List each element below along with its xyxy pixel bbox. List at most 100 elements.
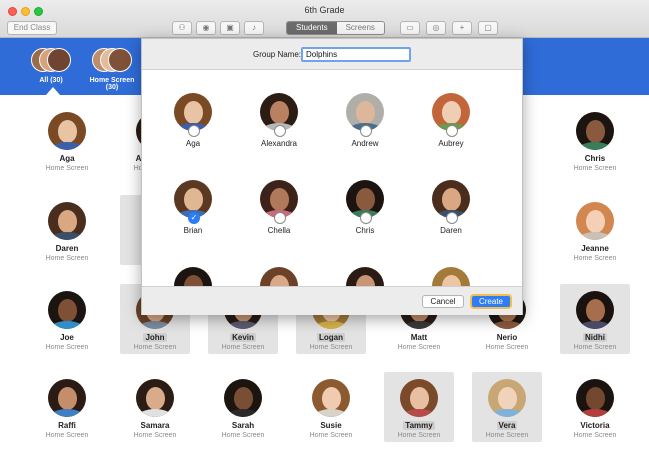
- lock-button[interactable]: ▣: [220, 21, 240, 35]
- screen-share-button[interactable]: ◎: [426, 21, 446, 35]
- avatar-face: [585, 387, 605, 411]
- group-name-label: Group Name:: [253, 50, 302, 59]
- avatar: [432, 267, 470, 286]
- avatar-face: [441, 275, 461, 286]
- student-status: Home Screen: [133, 432, 177, 439]
- picker-student[interactable]: Aga: [158, 87, 228, 157]
- student-tile[interactable]: Daren Home Screen: [32, 195, 102, 265]
- hide-button[interactable]: ▢: [478, 21, 498, 35]
- student-name-text: Daren: [55, 244, 79, 253]
- student-name: Logan: [296, 333, 366, 343]
- student-name: Samara: [120, 421, 190, 431]
- picker-student[interactable]: Chris: [330, 174, 400, 244]
- avatar: [488, 379, 526, 417]
- checkbox[interactable]: [360, 125, 372, 137]
- group-home-screen-label: Home Screen (30): [89, 77, 135, 91]
- avatar-face: [441, 188, 461, 212]
- avatar-shirt: [137, 409, 173, 417]
- avatar-face: [441, 101, 461, 125]
- avatar: [400, 379, 438, 417]
- open-app-button[interactable]: ◉: [196, 21, 216, 35]
- cancel-button[interactable]: Cancel: [422, 295, 464, 308]
- avatar-shirt: [225, 409, 261, 417]
- checkbox[interactable]: [274, 212, 286, 224]
- group-button[interactable]: ⚇: [172, 21, 192, 35]
- group-name-field[interactable]: [301, 47, 411, 62]
- student-tile[interactable]: Susie Home Screen: [296, 372, 366, 442]
- checkbox[interactable]: [446, 212, 458, 224]
- student-tile[interactable]: Samara Home Screen: [120, 372, 190, 442]
- avatar: [174, 267, 212, 286]
- student-picker: Aga Alexandra Andrew Aubrey ✓ Brian Chella Chri…: [142, 70, 522, 286]
- picker-student[interactable]: Aubrey: [416, 87, 486, 157]
- avatar-face: [355, 101, 375, 125]
- student-name: Vera: [472, 421, 542, 431]
- group-all[interactable]: All (30): [30, 48, 72, 84]
- picker-student[interactable]: [244, 261, 314, 286]
- avatar-shirt: [489, 321, 525, 329]
- student-tile[interactable]: Chris Home Screen: [560, 105, 630, 175]
- avatar: [48, 112, 86, 150]
- end-class-button[interactable]: End Class: [7, 21, 57, 35]
- picker-student-name: Brian: [183, 226, 203, 235]
- checkbox[interactable]: [360, 212, 372, 224]
- avatar-face: [497, 387, 517, 411]
- picker-student-name: Alexandra: [260, 139, 298, 148]
- add-button[interactable]: +: [452, 21, 472, 35]
- picker-student[interactable]: Chella: [244, 174, 314, 244]
- checkbox[interactable]: [188, 125, 200, 137]
- view-segmented-control: Students Screens: [286, 21, 385, 35]
- avatar-face: [57, 210, 77, 234]
- picker-student[interactable]: [416, 261, 486, 286]
- group-all-avatars: [31, 48, 71, 74]
- student-tile[interactable]: Aga Home Screen: [32, 105, 102, 175]
- student-name: Kevin: [208, 333, 278, 343]
- avatar: [136, 379, 174, 417]
- student-name-text: Logan: [317, 333, 345, 342]
- avatar-face: [269, 275, 289, 286]
- avatar-face: [57, 299, 77, 323]
- picker-student-name: Daren: [440, 226, 462, 235]
- group-home-screen[interactable]: Home Screen (30): [86, 48, 138, 91]
- mute-button[interactable]: ♪: [244, 21, 264, 35]
- tab-students[interactable]: Students: [287, 22, 337, 34]
- student-status: Home Screen: [573, 344, 617, 351]
- picker-student[interactable]: [330, 261, 400, 286]
- avatar-face: [355, 275, 375, 286]
- avatar-face: [57, 120, 77, 144]
- avatar-shirt: [313, 409, 349, 417]
- tab-screens[interactable]: Screens: [336, 22, 384, 34]
- avatar-shirt: [137, 321, 173, 329]
- student-tile[interactable]: Sarah Home Screen: [208, 372, 278, 442]
- student-tile[interactable]: Joe Home Screen: [32, 284, 102, 354]
- picker-student[interactable]: Alexandra: [244, 87, 314, 157]
- airplay-button[interactable]: ▭: [400, 21, 420, 35]
- student-status: Home Screen: [45, 255, 89, 262]
- student-tile[interactable]: Tammy Home Screen: [384, 372, 454, 442]
- avatar-shirt: [49, 232, 85, 240]
- student-name: Tammy: [384, 421, 454, 431]
- picker-student[interactable]: [158, 261, 228, 286]
- student-name-text: Aga: [59, 154, 75, 163]
- avatar-shirt: [49, 409, 85, 417]
- checkmark-icon[interactable]: ✓: [188, 212, 200, 224]
- student-tile[interactable]: Jeanne Home Screen: [560, 195, 630, 265]
- picker-student[interactable]: ✓ Brian: [158, 174, 228, 244]
- avatar: [346, 267, 384, 286]
- student-tile[interactable]: Victoria Home Screen: [560, 372, 630, 442]
- group-home-screen-avatars: [92, 48, 132, 74]
- checkbox[interactable]: [446, 125, 458, 137]
- picker-student[interactable]: Andrew: [330, 87, 400, 157]
- create-button[interactable]: Create: [470, 294, 512, 309]
- picker-student[interactable]: Daren: [416, 174, 486, 244]
- picker-student-name: Chris: [355, 226, 375, 235]
- student-name: Victoria: [560, 421, 630, 431]
- student-name-text: Kevin: [230, 333, 256, 342]
- checkbox[interactable]: [274, 125, 286, 137]
- title-bar: 6th Grade End Class ⚇ ◉ ▣ ♪ Students Scr…: [0, 0, 649, 38]
- student-name-text: Nidhi: [583, 333, 607, 342]
- student-tile[interactable]: Vera Home Screen: [472, 372, 542, 442]
- student-tile[interactable]: Raffi Home Screen: [32, 372, 102, 442]
- student-tile[interactable]: Nidhi Home Screen: [560, 284, 630, 354]
- picker-student-name: Andrew: [351, 139, 379, 148]
